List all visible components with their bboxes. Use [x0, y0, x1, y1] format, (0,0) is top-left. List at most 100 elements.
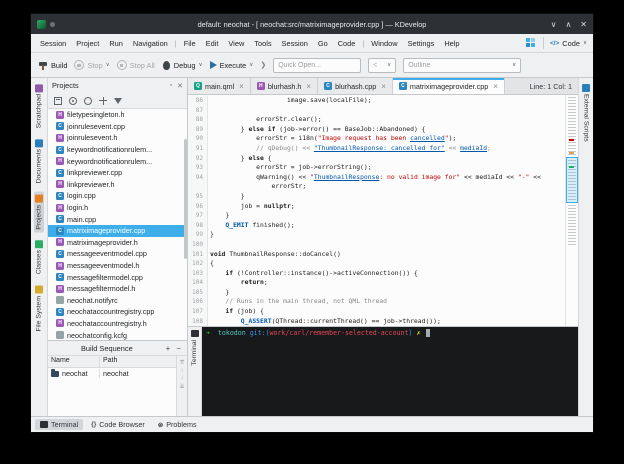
editor-tab-blurhash-h[interactable]: Hblurhash.h× — [251, 78, 318, 94]
menu-go[interactable]: Go — [313, 39, 333, 48]
build-button[interactable]: Build — [38, 60, 67, 70]
debug-button[interactable]: Debug ∨ — [162, 61, 203, 70]
build-sequence-panel: Build Sequence + − Name Path neochat neo… — [48, 340, 187, 416]
close-dock-icon[interactable]: ✕ — [177, 82, 183, 90]
menu-project[interactable]: Project — [71, 39, 104, 48]
move-down-icon[interactable]: ↓ — [181, 375, 184, 381]
menu-view[interactable]: View — [223, 39, 249, 48]
menu-help[interactable]: Help — [439, 39, 464, 48]
code-line-text: } else if (job->error() == BaseJob::Aban… — [210, 125, 426, 135]
menu-session[interactable]: Session — [277, 39, 313, 48]
tree-item[interactable]: Hmessageeventmodel.h — [48, 260, 187, 272]
sidebar-tab-documents[interactable]: Documents — [34, 136, 44, 186]
menu-settings[interactable]: Settings — [403, 39, 440, 48]
column-header-path[interactable]: Path — [100, 356, 120, 367]
sidebar-tab-file-system[interactable]: File System — [34, 283, 44, 335]
execute-button[interactable]: Execute ∨ — [210, 61, 254, 70]
tree-item[interactable]: Ckeywordnotificationrulem... — [48, 144, 187, 156]
remove-from-buildset-button[interactable]: − — [176, 344, 181, 353]
tab-close-icon[interactable]: × — [239, 82, 244, 91]
quick-open-box[interactable] — [273, 58, 361, 73]
sidebar-tab-classes[interactable]: Classes — [34, 237, 44, 277]
tab-close-icon[interactable]: × — [493, 82, 498, 91]
tree-item[interactable]: Hkeywordnotificationrulem... — [48, 155, 187, 167]
line-number: 94 — [188, 173, 208, 183]
line-number: 99 — [188, 230, 208, 240]
stop-button[interactable]: Stop ∨ — [74, 60, 109, 70]
filter-icon[interactable] — [114, 98, 122, 104]
terminal-dock-tab[interactable]: Terminal — [188, 327, 202, 416]
close-button[interactable]: ✕ — [580, 20, 587, 29]
tree-item[interactable]: Hmessagefiltermodel.h — [48, 283, 187, 295]
toolbar-overflow-chevron[interactable]: ❯ — [260, 61, 266, 69]
tree-item[interactable]: Cjoinrulesevent.cpp — [48, 121, 187, 133]
history-dropdown[interactable]: < ∨ — [368, 58, 396, 73]
tree-item[interactable]: Cmain.cpp — [48, 213, 187, 225]
maximize-button[interactable]: ∧ — [565, 20, 571, 29]
menu-file[interactable]: File — [179, 39, 201, 48]
editor-tab-matriximageprovider-cpp[interactable]: Cmatriximageprovider.cpp× — [393, 78, 505, 94]
sidebar-tab-projects[interactable]: Projects — [34, 192, 44, 233]
float-dock-icon[interactable]: ▫ — [170, 82, 172, 89]
install-icon[interactable] — [84, 97, 92, 105]
menu-tools[interactable]: Tools — [249, 39, 276, 48]
tree-item[interactable]: Hlogin.h — [48, 202, 187, 214]
quick-open-input[interactable] — [278, 62, 356, 69]
move-top-icon[interactable]: ⇈ — [179, 359, 184, 366]
outline-box[interactable]: ∨ — [403, 58, 521, 73]
tree-item[interactable]: Clogin.cpp — [48, 190, 187, 202]
statusbar-terminal[interactable]: Terminal — [35, 419, 83, 430]
titlebar[interactable]: default: neochat - [ neochat:src/matrixi… — [31, 14, 593, 34]
minimap-scrollbar[interactable] — [565, 95, 578, 326]
move-up-icon[interactable]: ↑ — [181, 368, 184, 374]
tree-item[interactable]: Cmessagefiltermodel.cpp — [48, 271, 187, 283]
statusbar-problems[interactable]: ⊗Problems — [153, 419, 202, 430]
tree-item[interactable]: Clinkpreviewer.cpp — [48, 167, 187, 179]
tree-item[interactable]: Cmatriximageprovider.cpp — [48, 225, 187, 237]
locate-document-icon[interactable] — [99, 97, 107, 105]
code-line: 94 qWarning() << "ThumbnailResponse: no … — [188, 173, 565, 183]
outline-input[interactable] — [408, 62, 509, 69]
tree-item[interactable]: Hmatriximageprovider.h — [48, 237, 187, 249]
chevron-down-icon: ∨ — [512, 62, 516, 68]
sidebar-tab-scratchpad[interactable]: Scratchpad — [34, 81, 44, 131]
tree-item[interactable]: Hfiletypesingleton.h — [48, 109, 187, 121]
tree-item[interactable]: Cneochataccountregistry.cpp — [48, 306, 187, 318]
menu-session[interactable]: Session — [35, 39, 71, 48]
minimize-button[interactable]: ∨ — [551, 20, 557, 29]
terminal[interactable]: ➜ tokodon git:(work/carl/remember-select… — [202, 327, 578, 416]
editor-tab-blurhash-cpp[interactable]: Cblurhash.cpp× — [318, 78, 393, 94]
tree-item[interactable]: neochat.notifyrc — [48, 295, 187, 307]
stop-all-button[interactable]: Stop All — [117, 60, 155, 70]
menu-run[interactable]: Run — [104, 39, 128, 48]
tree-item[interactable]: neochatconfig.kcfg — [48, 329, 187, 340]
line-number: 101 — [188, 250, 208, 260]
minimap-viewport[interactable] — [566, 157, 578, 203]
tree-item[interactable]: Cmessageeventmodel.cpp — [48, 248, 187, 260]
area-switcher-icon[interactable] — [526, 38, 537, 49]
tree-item[interactable]: Hjoinrulesevent.h — [48, 132, 187, 144]
area-code-button[interactable]: </> Code ∨ — [550, 39, 587, 48]
tree-item[interactable]: Hlinkpreviewer.h — [48, 179, 187, 191]
menu-code[interactable]: Code — [333, 39, 361, 48]
tab-close-icon[interactable]: × — [306, 82, 311, 91]
code-editor[interactable]: 86 image.save(localFile);8788 errorStr.c… — [188, 95, 565, 326]
editor-tab-main-qml[interactable]: Qmain.qml× — [188, 78, 251, 94]
tab-close-icon[interactable]: × — [381, 82, 386, 91]
menu-navigation[interactable]: Navigation — [128, 39, 173, 48]
tree-item[interactable]: Hneochataccountregistry.h — [48, 318, 187, 330]
build-selection-icon[interactable] — [69, 97, 77, 105]
right-tab-external-scripts[interactable]: External Scripts — [581, 82, 591, 144]
menu-window[interactable]: Window — [366, 39, 402, 48]
move-bottom-icon[interactable]: ⇊ — [179, 383, 184, 390]
build-sequence-row[interactable]: neochat neochat — [48, 368, 176, 380]
line-number: 97 — [188, 211, 208, 221]
open-configuration-icon[interactable] — [54, 97, 62, 105]
file-icon-cpp: C — [56, 215, 64, 223]
file-icon-h: H — [56, 204, 64, 212]
add-to-buildset-button[interactable]: + — [166, 344, 171, 353]
menu-edit[interactable]: Edit — [201, 39, 224, 48]
file-icon-h: H — [257, 82, 265, 90]
statusbar-code-browser[interactable]: {}Code Browser — [86, 419, 150, 430]
column-header-name[interactable]: Name — [48, 356, 100, 367]
